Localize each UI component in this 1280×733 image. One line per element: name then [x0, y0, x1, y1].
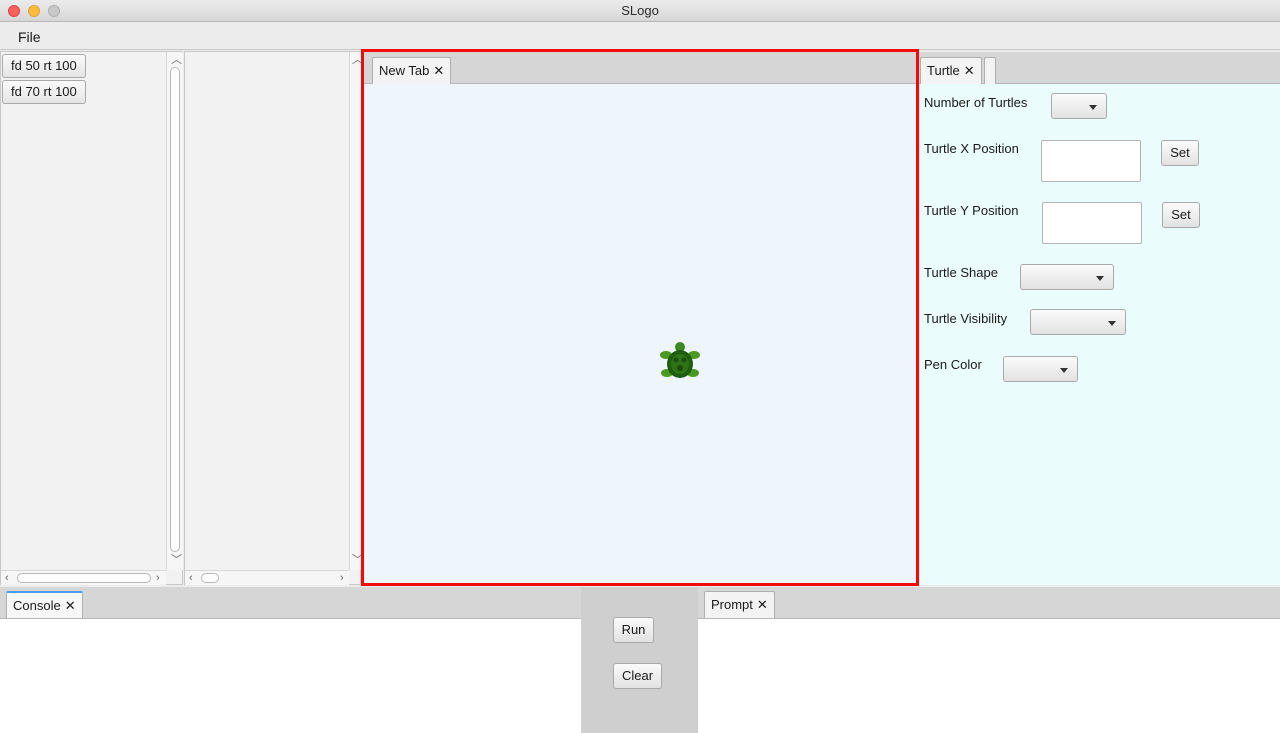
prompt-input[interactable]	[698, 619, 1280, 733]
canvas-tab-strip: New Tab ✕	[364, 52, 917, 84]
tab-label: Console	[13, 598, 61, 613]
turtle-settings-panel: Number of Turtles Turtle X Position Set …	[920, 84, 1280, 585]
scroll-up-icon[interactable]: ︿	[171, 55, 182, 66]
variables-horizontal-scrollbar[interactable]: ‹ ›	[185, 570, 349, 585]
turtle-visibility-label: Turtle Visibility	[924, 311, 1008, 326]
scroll-down-icon[interactable]: ﹀	[352, 555, 363, 566]
variables-panel: ︿ ﹀ ‹ ›	[184, 51, 363, 585]
menu-file[interactable]: File	[18, 29, 41, 45]
tab-label: Prompt	[711, 597, 753, 612]
turtle-shape-dropdown[interactable]	[1020, 264, 1114, 290]
close-tab-icon[interactable]: ✕	[757, 597, 768, 612]
turtle-y-input[interactable]	[1042, 202, 1142, 244]
minimize-window-icon[interactable]	[28, 5, 40, 17]
turtle-shape-label: Turtle Shape	[924, 265, 998, 280]
turtle-x-input[interactable]	[1041, 140, 1141, 182]
pen-color-label: Pen Color	[924, 357, 982, 372]
close-window-icon[interactable]	[8, 5, 20, 17]
zoom-window-icon[interactable]	[48, 5, 60, 17]
turtle-y-label: Turtle Y Position	[924, 203, 1019, 218]
close-tab-icon[interactable]: ✕	[65, 598, 76, 613]
scroll-right-icon[interactable]: ›	[156, 573, 160, 584]
scroll-right-icon[interactable]: ›	[340, 573, 344, 584]
tab-prompt[interactable]: Prompt ✕	[704, 591, 775, 618]
turtle-icon[interactable]	[660, 341, 700, 383]
settings-tab-strip: Turtle ✕	[918, 52, 1280, 84]
turtle-x-label: Turtle X Position	[924, 141, 1019, 156]
close-tab-icon[interactable]: ✕	[433, 63, 444, 78]
variables-vertical-scrollbar[interactable]: ︿ ﹀	[349, 52, 363, 570]
tab-console[interactable]: Console ✕	[6, 591, 83, 618]
scroll-down-icon[interactable]: ﹀	[171, 555, 182, 566]
turtle-canvas[interactable]	[365, 84, 916, 583]
scroll-left-icon[interactable]: ‹	[189, 573, 193, 584]
title-bar: SLogo	[0, 0, 1280, 22]
tab-label: New Tab	[379, 63, 430, 78]
menu-bar: File	[0, 23, 1280, 50]
set-y-button[interactable]: Set	[1162, 202, 1200, 228]
scroll-thumb[interactable]	[17, 573, 151, 583]
clear-button[interactable]: Clear	[613, 663, 662, 689]
run-button[interactable]: Run	[613, 617, 654, 643]
console-output[interactable]	[0, 619, 581, 733]
scroll-left-icon[interactable]: ‹	[5, 573, 9, 584]
tab-turtle[interactable]: Turtle ✕	[920, 57, 982, 84]
number-of-turtles-label: Number of Turtles	[924, 95, 1028, 110]
window-title: SLogo	[621, 3, 659, 18]
history-vertical-scrollbar[interactable]: ︿ ﹀	[166, 52, 183, 570]
set-x-button[interactable]: Set	[1161, 140, 1199, 166]
prompt-tab-strip: Prompt ✕	[698, 587, 1280, 619]
close-tab-icon[interactable]: ✕	[964, 63, 975, 78]
command-controls: Run Clear	[581, 587, 698, 733]
scroll-thumb[interactable]	[201, 573, 219, 583]
number-of-turtles-dropdown[interactable]	[1051, 93, 1107, 119]
tab-label: Turtle	[927, 63, 960, 78]
history-horizontal-scrollbar[interactable]: ‹ ›	[1, 570, 166, 585]
pen-color-dropdown[interactable]	[1003, 356, 1078, 382]
history-panel: fd 50 rt 100 fd 70 rt 100 ︿ ﹀ ‹ ›	[0, 51, 183, 585]
turtle-visibility-dropdown[interactable]	[1030, 309, 1126, 335]
tab-unlabeled[interactable]	[984, 57, 996, 84]
tab-new-tab[interactable]: New Tab ✕	[372, 57, 452, 84]
scroll-up-icon[interactable]: ︿	[352, 55, 363, 66]
console-tab-strip: Console ✕	[0, 587, 581, 619]
history-item[interactable]: fd 70 rt 100	[2, 80, 86, 104]
history-item[interactable]: fd 50 rt 100	[2, 54, 86, 78]
scroll-thumb[interactable]	[170, 67, 180, 552]
slogo-window: SLogo File fd 50 rt 100 fd 70 rt 100 ︿ ﹀…	[0, 0, 1280, 733]
